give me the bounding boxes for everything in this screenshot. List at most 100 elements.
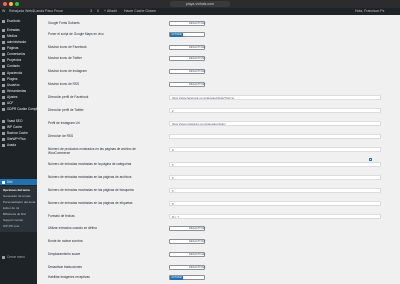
option-row: Google Fonts Subsets DESACTIVAR <box>48 20 388 29</box>
collapse-icon <box>2 255 5 259</box>
menu-item-icon <box>2 40 5 44</box>
submenu-item[interactable]: Editor de rol <box>3 206 19 210</box>
toggle-state-label: DESACTIVAR <box>189 46 206 49</box>
account-greeting[interactable]: Hola, Francisco Ps <box>355 8 384 15</box>
browser-toolbar: playa-vinhais.com <box>0 0 400 8</box>
submenu-item[interactable]: Generador de temas <box>3 194 31 198</box>
menu-item-icon <box>2 52 5 56</box>
submenu-item[interactable]: Support Center <box>3 218 23 222</box>
option-row: Dirección de RSS <box>48 133 388 142</box>
option-toggle[interactable]: DESACTIVAR <box>169 239 205 244</box>
updates-count[interactable]: 3 <box>90 8 92 15</box>
new-content-link[interactable]: + Añadir <box>104 8 117 15</box>
submenu-item[interactable]: Personalizador del tema <box>3 200 35 204</box>
option-label: Poner el script de Google Maps en vivo <box>48 32 104 36</box>
submenu-item[interactable]: WP PR Line <box>3 224 19 228</box>
menu-item-icon <box>2 19 5 23</box>
sidebar-item-label: Divi <box>7 180 13 184</box>
option-toggle[interactable]: ACTIVAR <box>169 32 205 37</box>
sidebar-item-0[interactable]: Escritorio <box>0 18 37 24</box>
comments-count[interactable]: 0 <box>97 8 99 15</box>
sidebar-item-label: administrador <box>7 40 27 44</box>
option-row: Habilitar imágenes receptivas ACTIVAR <box>48 274 388 283</box>
option-row: Número de entradas mostradas en las pági… <box>48 187 388 196</box>
option-row: Número de entradas mostradas en las pági… <box>48 200 388 209</box>
menu-item-icon <box>2 89 5 93</box>
option-toggle[interactable]: DESACTIVAR <box>169 226 205 231</box>
toggle-state-label: DESACTIVAR <box>189 83 206 86</box>
sidebar-item-label: Comentarios <box>7 52 26 56</box>
submenu-item[interactable]: Opciones del tema <box>3 188 30 192</box>
close-window-button[interactable] <box>3 2 7 6</box>
option-toggle[interactable]: ACTIVAR <box>169 275 205 280</box>
option-label: Formato de fechas <box>48 214 75 218</box>
menu-item-icon <box>2 125 5 129</box>
option-text-field[interactable]: https://www.instagram.com/playadevinhais… <box>169 121 381 126</box>
option-text-field[interactable] <box>169 134 381 139</box>
collapse-label: Cerrar menú <box>7 255 25 259</box>
menu-item-icon <box>2 143 5 147</box>
menu-item-icon <box>2 107 5 111</box>
sidebar-item-label: SiteWP+Plus <box>7 137 26 141</box>
option-label: Número de entradas mostradas en las pági… <box>48 175 132 179</box>
option-text-field[interactable]: # <box>169 108 381 113</box>
sidebar-item-7[interactable]: Contacto <box>0 63 37 69</box>
menu-item-icon <box>2 119 5 123</box>
option-text-field[interactable]: 6 <box>169 162 381 167</box>
option-toggle[interactable]: DESACTIVAR <box>169 82 205 87</box>
zoom-window-button[interactable] <box>15 2 19 6</box>
clear-cache-link[interactable]: Hacer Cache Gutam <box>124 8 156 15</box>
sidebar-item-19[interactable]: Avada <box>0 142 37 148</box>
option-toggle[interactable]: DESACTIVAR <box>169 45 205 50</box>
toggle-state-label: DESACTIVAR <box>189 227 206 230</box>
menu-item-icon <box>2 101 5 105</box>
sidebar-item-label: Escritorio <box>7 19 21 23</box>
option-text-field[interactable]: 9 <box>169 147 381 152</box>
sidebar-item-20[interactable]: Divi <box>0 179 37 185</box>
menu-item-icon <box>2 180 5 184</box>
address-bar[interactable]: playa-vinhais.com <box>170 1 230 7</box>
option-toggle[interactable]: DESACTIVAR <box>169 21 205 26</box>
minimize-window-button[interactable] <box>9 2 13 6</box>
option-text-field[interactable]: 5 <box>169 188 381 193</box>
menu-item-icon <box>2 83 5 87</box>
wordpress-icon[interactable]: W <box>2 8 5 15</box>
option-text-field[interactable]: 5 <box>169 201 381 206</box>
toggle-state-label: DESACTIVAR <box>189 22 206 25</box>
option-text-field[interactable]: 5 <box>169 175 381 180</box>
sidebar-item-label: Bazinar Cache <box>7 131 28 135</box>
sidebar-item-label: Contacto <box>7 64 20 68</box>
sidebar-item-14[interactable]: GDPR Cookie Compliance <box>0 106 37 112</box>
option-label: Número de entradas mostradas en las pági… <box>48 188 134 192</box>
option-label: Número de entradas mostradas en las pági… <box>48 201 133 205</box>
option-label: Utilizar extractos cuando se defina <box>48 226 97 230</box>
toggle-state-label: ACTIVAR <box>170 33 183 37</box>
collapse-menu-button[interactable]: Cerrar menú <box>0 254 37 260</box>
submenu-item[interactable]: Biblioteca de Divi <box>3 212 26 216</box>
option-label: Número de productos mostrados en las pág… <box>48 147 136 155</box>
toggle-state-label: DESACTIVAR <box>189 57 206 60</box>
option-text-field[interactable]: https://www.facebook.com/playadevinhais/… <box>169 95 381 100</box>
option-toggle[interactable]: DESACTIVAR <box>169 69 205 74</box>
sidebar-item-label: Medios <box>7 34 18 38</box>
option-label: Mostrar icono de Instagram <box>48 69 87 73</box>
option-toggle[interactable]: DESACTIVAR <box>169 56 205 61</box>
menu-item-icon <box>2 28 5 32</box>
option-label: Perfil de Instagram Url <box>48 121 80 125</box>
toggle-state-label: DESACTIVAR <box>189 240 206 243</box>
option-row: Dirección perfil de Twitter # <box>48 107 388 116</box>
option-label: Dirección de RSS <box>48 134 74 138</box>
option-toggle[interactable]: DESACTIVAR <box>169 252 205 257</box>
option-label: Número de entradas mostradas en la págin… <box>48 162 132 166</box>
option-toggle[interactable]: DESACTIVAR <box>169 265 205 270</box>
option-row: Formato de fechas M j, Y <box>48 213 388 222</box>
sidebar-item-label: GDPR Cookie Compliance <box>7 107 37 111</box>
menu-item-icon <box>2 131 5 135</box>
option-row: Desplazamiento suave DESACTIVAR <box>48 251 388 260</box>
option-text-field[interactable]: M j, Y <box>169 214 381 219</box>
menu-item-icon <box>2 34 5 38</box>
admin-sidebar: Opciones del tema Generador de temas Perso… <box>0 15 37 284</box>
menu-item-icon <box>2 46 5 50</box>
site-name[interactable]: Rebajada Web&Landa Paco Fruon <box>9 8 63 15</box>
option-row: Borde de rodear sombra DESACTIVAR <box>48 238 388 247</box>
